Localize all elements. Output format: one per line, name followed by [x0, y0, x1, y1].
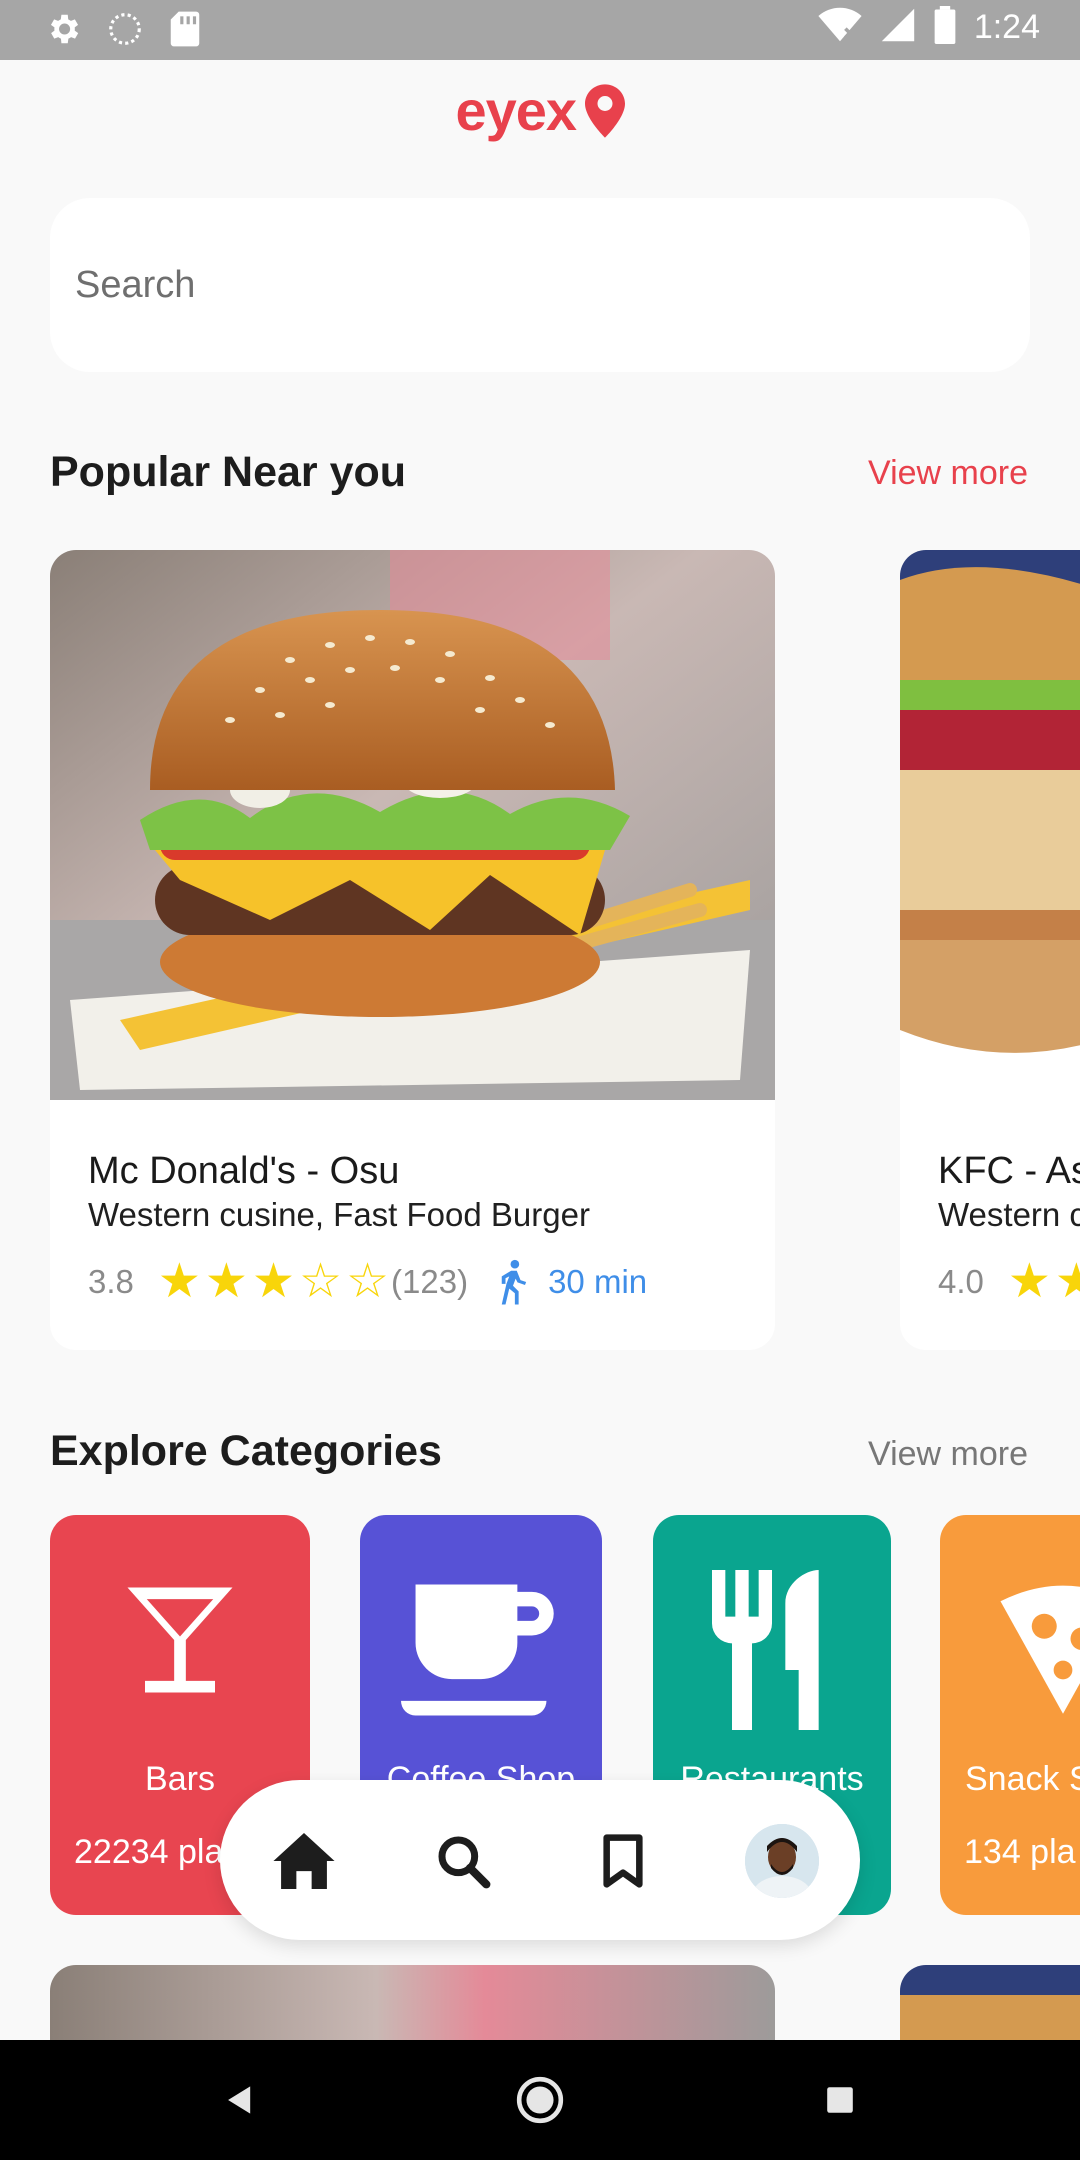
- rating-row: 4.0 ★ ★: [938, 1258, 1080, 1306]
- star-filled-icon: ★: [1054, 1255, 1080, 1308]
- star-filled-icon: ★: [251, 1255, 295, 1308]
- category-count: 22234 pla: [74, 1833, 224, 1871]
- fork-knife-icon: [653, 1570, 891, 1730]
- search-input[interactable]: [75, 253, 975, 317]
- search-icon[interactable]: [428, 1826, 498, 1896]
- popular-view-more-link[interactable]: View more: [868, 454, 1028, 493]
- star-outline-icon: ☆: [298, 1255, 342, 1308]
- sd-card-icon: [168, 10, 202, 53]
- restaurant-description: Western cusine, Fast Food Burger: [88, 1196, 590, 1233]
- coffee-cup-icon: [360, 1570, 602, 1730]
- app-logo: eyex: [0, 78, 1080, 143]
- popular-section-title: Popular Near you: [50, 448, 407, 496]
- rating-row: 3.8 ★ ★ ★ ☆ ☆ (123) 30 min: [88, 1258, 647, 1306]
- burger-photo: [50, 550, 775, 1100]
- rating-value: 4.0: [938, 1263, 984, 1300]
- walk-time: 30 min: [498, 1259, 647, 1305]
- bottom-navigation: [220, 1780, 860, 1940]
- location-pin-icon: [584, 83, 625, 138]
- cocktail-icon: [50, 1570, 310, 1710]
- rating-value: 3.8: [88, 1263, 134, 1300]
- search-bar[interactable]: [50, 198, 1030, 372]
- wifi-icon: [818, 7, 862, 48]
- sync-icon: [106, 10, 144, 53]
- category-count: 134 pla: [964, 1833, 1076, 1871]
- star-filled-icon: ★: [1007, 1255, 1051, 1308]
- settings-icon: [44, 10, 82, 53]
- category-label: Snack S: [965, 1760, 1080, 1798]
- profile-avatar[interactable]: [745, 1824, 819, 1898]
- logo-text: eyex: [455, 79, 577, 142]
- home-icon[interactable]: [269, 1826, 339, 1896]
- categories-section-title: Explore Categories: [50, 1427, 442, 1475]
- star-rating: ★ ★ ★ ☆ ☆: [158, 1258, 389, 1306]
- home-circle-icon[interactable]: [510, 2070, 570, 2130]
- app-screen: 1:24 eyex Popular Near you View more: [0, 0, 1080, 2160]
- restaurant-card[interactable]: KFC - As Western c 4.0 ★ ★: [900, 550, 1080, 1350]
- categories-view-more-link[interactable]: View more: [868, 1435, 1028, 1474]
- battery-icon: [934, 6, 956, 49]
- restaurant-card[interactable]: Mc Donald's - Osu Western cusine, Fast F…: [50, 550, 775, 1350]
- star-rating: ★ ★: [1008, 1258, 1080, 1306]
- restaurant-name: Mc Donald's - Osu: [88, 1150, 400, 1192]
- walk-time-text: 30 min: [548, 1263, 648, 1300]
- bookmark-icon[interactable]: [588, 1826, 658, 1896]
- restaurant-name: KFC - As: [938, 1150, 1080, 1192]
- signal-icon: [880, 7, 916, 48]
- star-outline-icon: ☆: [346, 1255, 390, 1308]
- star-filled-icon: ★: [204, 1255, 248, 1308]
- pizza-icon: [940, 1570, 1080, 1720]
- sandwich-photo: [900, 550, 1080, 1100]
- clock: 1:24: [973, 8, 1040, 46]
- status-bar: 1:24: [0, 0, 1080, 60]
- walking-icon: [501, 1259, 527, 1305]
- recents-icon[interactable]: [810, 2070, 870, 2130]
- restaurant-description: Western c: [938, 1196, 1080, 1233]
- star-filled-icon: ★: [157, 1255, 201, 1308]
- category-snacks[interactable]: Snack S 134 pla: [940, 1515, 1080, 1915]
- review-count: (123): [391, 1263, 469, 1300]
- back-icon[interactable]: [210, 2070, 270, 2130]
- system-navigation-bar: [0, 2040, 1080, 2160]
